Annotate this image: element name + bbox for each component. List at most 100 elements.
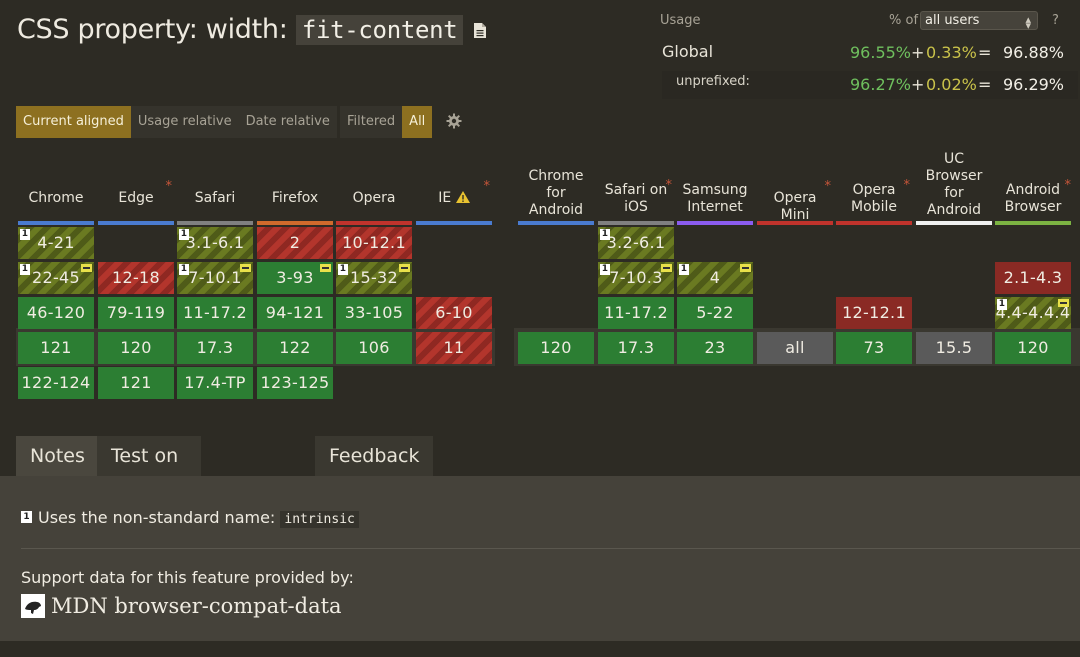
support-cell[interactable]: 94-121 [257, 297, 333, 329]
browser-bar-opera-mini [757, 221, 833, 225]
support-cell[interactable]: 1 7-10.1 [177, 262, 253, 294]
unprefixed-partial: 0.02% [926, 75, 977, 94]
help-link[interactable]: ? [1052, 13, 1059, 28]
unprefixed-total: 96.29% [1003, 75, 1065, 94]
filter-bar: Filtered All [340, 106, 433, 138]
global-partial: 0.33% [926, 43, 977, 62]
settings-gear-icon[interactable] [446, 113, 462, 129]
support-cell-current[interactable]: 11 [416, 332, 492, 364]
select-arrow-down-icon: ▾ [1025, 19, 1031, 32]
support-cell[interactable]: 11-17.2 [177, 297, 253, 329]
users-select[interactable]: all users ▴ ▾ [920, 11, 1038, 32]
usage-panel: Usage % of all users ▴ ▾ ? Global 96.55% +… [658, 10, 1078, 100]
support-cell[interactable]: 3-93 [257, 262, 333, 294]
support-cell[interactable]: 10-12.1 [336, 227, 412, 259]
version-range: 22-45 [32, 268, 80, 287]
unprefixed-supported: 96.27% [850, 75, 912, 94]
mdn-credit-text: MDN browser-compat-data [51, 594, 342, 618]
support-cell[interactable]: 1 7-10.3 [598, 262, 674, 294]
note-marker-icon: 1 [20, 229, 30, 240]
support-cell[interactable]: 14 [677, 262, 753, 294]
tab-feedback[interactable]: Feedback [315, 436, 434, 476]
usage-relative-button[interactable]: Usage relative [131, 106, 239, 138]
support-cell[interactable]: 1 3.2-6.1 [598, 227, 674, 259]
support-cell[interactable]: 122-124 [18, 367, 94, 399]
support-cell-current[interactable]: 73 [836, 332, 912, 364]
support-cell[interactable]: 5-22 [677, 297, 753, 329]
note-marker-icon: 1 [21, 511, 32, 523]
support-cell[interactable]: 11-17.2 [598, 297, 674, 329]
support-cell-current[interactable]: 120 [518, 332, 594, 364]
support-cell[interactable]: 79-119 [98, 297, 174, 329]
unprefixed-plus: + [911, 75, 925, 94]
support-cell-current[interactable]: 17.3 [177, 332, 253, 364]
browser-header-chrome: Chrome [28, 190, 84, 206]
support-cell[interactable]: 33-105 [336, 297, 412, 329]
global-equals: = [978, 43, 992, 62]
version-range: 15-32 [350, 268, 398, 287]
prefix-flag-icon [740, 264, 751, 272]
date-relative-button[interactable]: Date relative [239, 106, 337, 138]
support-cell-current[interactable]: 106 [336, 332, 412, 364]
global-total: 96.88% [1003, 43, 1065, 62]
warning-icon[interactable] [455, 190, 470, 206]
support-cell[interactable]: 12-18 [98, 262, 174, 294]
browser-name-opera-mini: Opera Mini [773, 190, 817, 223]
prefix-flag-icon [240, 264, 251, 272]
asterisk-icon: * [165, 179, 173, 194]
support-cell-current[interactable]: 17.3 [598, 332, 674, 364]
support-cell-current[interactable]: all [757, 332, 833, 364]
support-cell[interactable]: 1 22-45 [18, 262, 94, 294]
support-cell-current[interactable]: 120 [98, 332, 174, 364]
prefix-flag-icon [320, 264, 331, 272]
usage-label: Usage [660, 13, 701, 28]
support-cell[interactable]: 1 15-32 [336, 262, 412, 294]
browser-header-edge: Edge * [98, 179, 174, 207]
note-1: 1 Uses the non-standard name: intrinsic [21, 508, 359, 528]
support-cell-current[interactable]: 23 [677, 332, 753, 364]
support-cell[interactable]: 46-120 [18, 297, 94, 329]
support-cell[interactable]: 123-125 [257, 367, 333, 399]
browser-name-edge: Edge [118, 190, 154, 206]
support-cell[interactable]: 121 [98, 367, 174, 399]
note-marker-icon: 1 [179, 264, 189, 275]
tab-notes[interactable]: Notes [16, 436, 99, 476]
mdn-credit[interactable]: MDN browser-compat-data [21, 594, 342, 618]
support-cell[interactable]: 1 4-21 [18, 227, 94, 259]
browser-bar-chrome [18, 221, 94, 225]
browser-bar-safari-ios [598, 221, 674, 225]
view-mode-bar: Current aligned Usage relative Date rela… [16, 106, 337, 138]
support-cell[interactable]: 6-10 [416, 297, 492, 329]
browser-header-chrome-android: Chrome for Android [528, 168, 584, 218]
support-cell-current[interactable]: 122 [257, 332, 333, 364]
prefix-flag-icon [1058, 299, 1069, 307]
browser-header-safari: Safari [194, 190, 236, 206]
asterisk-icon: * [483, 179, 491, 194]
support-cell-current[interactable]: 120 [995, 332, 1071, 364]
support-cell[interactable]: 12-12.1 [836, 297, 912, 329]
support-data-label: Support data for this feature provided b… [21, 568, 354, 587]
support-cell[interactable]: 2.1-4.3 [995, 262, 1071, 294]
browser-name-android: Android Browser [1004, 182, 1062, 215]
divider [21, 548, 1080, 549]
support-cell[interactable]: 17.4-TP [177, 367, 253, 399]
prefix-flag-icon [661, 264, 672, 272]
title-code: fit-content [295, 15, 464, 45]
browser-header-safari-ios: Safari on iOS * [598, 178, 674, 216]
prefix-flag-icon [81, 264, 92, 272]
current-aligned-button[interactable]: Current aligned [16, 106, 131, 138]
support-cell-current[interactable]: 121 [18, 332, 94, 364]
support-cell[interactable]: 1 3.1-6.1 [177, 227, 253, 259]
note-marker-icon: 1 [679, 264, 689, 275]
support-cell[interactable]: 2 [257, 227, 333, 259]
note-1-code: intrinsic [280, 511, 359, 528]
prefix-flag-icon [399, 264, 410, 272]
tab-test-real-browser[interactable]: Test on a real browser [97, 436, 202, 547]
support-cell-current[interactable]: 15.5 [916, 332, 992, 364]
document-icon[interactable] [473, 15, 487, 46]
support-cell[interactable]: 1 4.4-4.4.4 [995, 297, 1071, 329]
note-marker-icon: 1 [20, 264, 30, 275]
filtered-button[interactable]: Filtered [340, 106, 402, 138]
all-button[interactable]: All [402, 106, 433, 138]
browser-header-opera: Opera [352, 190, 396, 206]
